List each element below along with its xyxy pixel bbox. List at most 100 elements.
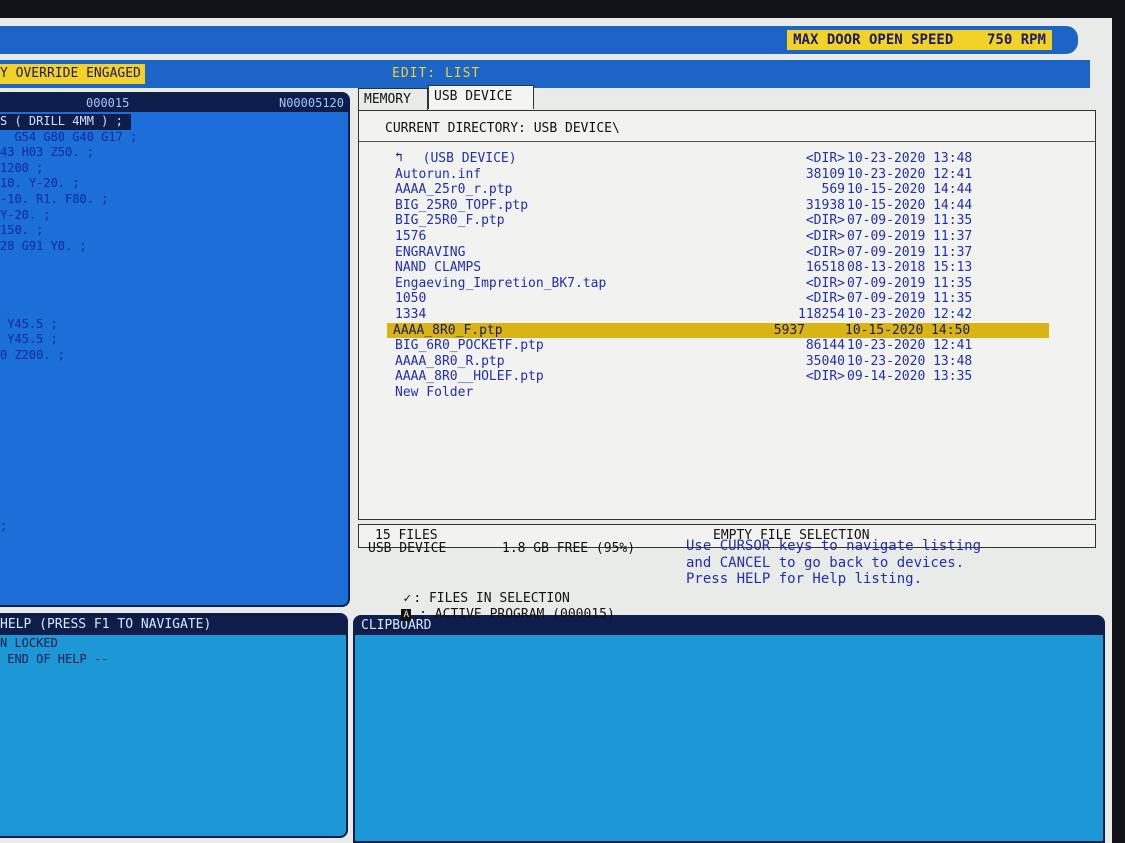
file-row[interactable]: ENGRAVING <DIR> 07-09-2019 11:37 [389, 245, 1089, 261]
file-row-selected[interactable]: AAAA_8R0_F.ptp 5937 10-15-2020 14:50 [387, 322, 1049, 339]
file-name: 1334 [395, 306, 427, 322]
mode-title: EDIT: LIST [392, 66, 481, 81]
file-name: BIG_25R0_F.ptp [395, 213, 505, 229]
file-date: 10-15-2020 14:44 [847, 197, 973, 213]
file-name: AAAA_8R0_F.ptp [393, 322, 503, 338]
file-size: <DIR> [805, 291, 845, 307]
navigation-hint: Use CURSOR keys to navigate listing and … [686, 538, 982, 587]
file-size: 118254 [798, 306, 845, 322]
file-size: 35040 [805, 353, 845, 369]
file-size: <DIR> [805, 228, 845, 244]
program-line [0, 286, 348, 302]
file-size: <DIR> [805, 244, 845, 260]
help-title: HELP (PRESS F1 TO NAVIGATE) [0, 615, 346, 635]
program-line-empty [0, 379, 348, 395]
file-size: 569 [821, 182, 845, 198]
legend-active-program: A : ACTIVE PROGRAM (000015) [370, 592, 615, 637]
file-row[interactable]: BIG_25R0_F.ptp <DIR> 07-09-2019 11:35 [389, 213, 1089, 229]
file-name: AAAA_8R0_R.ptp [395, 353, 505, 369]
program-line-empty [0, 410, 348, 426]
file-size: <DIR> [805, 213, 845, 229]
parent-dir-date: 10-23-2020 13:48 [847, 151, 973, 166]
file-date: 10-23-2020 13:48 [847, 353, 973, 369]
file-row[interactable]: BIG_25R0_TOPF.ptp 31938 10-15-2020 14:44 [389, 198, 1089, 214]
file-size: 86144 [805, 338, 845, 354]
tab-usb-device[interactable]: USB DEVICE [428, 85, 534, 109]
program-line-empty [0, 488, 348, 504]
file-date: 10-23-2020 12:41 [847, 338, 973, 354]
file-size: 16518 [805, 260, 845, 276]
file-name: NAND CLAMPS [395, 260, 482, 276]
file-size: 5937 [773, 322, 805, 338]
tab-memory[interactable]: MEMORY [358, 88, 428, 110]
file-name: 1050 [395, 291, 427, 307]
file-date: 07-09-2019 11:35 [847, 291, 973, 307]
help-line: END OF HELP -- [0, 652, 109, 666]
max-door-speed-indicator: MAX DOOR OPEN SPEED 750 RPM [787, 30, 1052, 50]
program-line: 150. ; [0, 223, 44, 238]
program-line-empty [0, 473, 348, 489]
program-lines[interactable]: S ( DRILL 4MM ) ; G54 G80 G40 G17 ; 43 H0… [0, 112, 348, 535]
file-name: AAAA_25r0_r.ptp [395, 182, 513, 198]
file-date: 08-13-2018 15:13 [847, 260, 973, 276]
file-size: <DIR> [805, 369, 845, 385]
program-line: -10. R1. F80. ; [0, 191, 109, 206]
file-browser[interactable]: CURRENT DIRECTORY: USB DEVICE\ ↰ (USB DE… [358, 110, 1096, 520]
program-line: Y45.5 ; [0, 332, 58, 347]
program-line: 1200 ; [0, 160, 44, 175]
file-name: Engaeving_Impretion_BK7.tap [395, 275, 607, 291]
program-line: S ( DRILL 4MM ) ; [0, 114, 348, 130]
file-row[interactable]: 1050 <DIR> 07-09-2019 11:35 [389, 291, 1089, 307]
line-number: N00005120 [278, 96, 344, 110]
file-row[interactable]: New Folder [389, 385, 1089, 401]
file-date: 09-14-2020 13:35 [847, 369, 973, 385]
file-date: 07-09-2019 11:37 [847, 244, 973, 260]
file-row[interactable]: AAAA_8R0_R.ptp 35040 10-23-2020 13:48 [389, 354, 1089, 370]
top-status-bar: MAX DOOR OPEN SPEED 750 RPM [0, 26, 1078, 54]
help-line: N LOCKED [0, 636, 58, 650]
program-line-last: ; [0, 519, 8, 534]
file-list[interactable]: ↰ (USB DEVICE) <DIR> 10-23-2020 13:48 Au… [387, 150, 1089, 401]
legend-active-text: : ACTIVE PROGRAM (000015) [419, 607, 615, 622]
file-row[interactable]: NAND CLAMPS 16518 08-13-2018 15:13 [389, 260, 1089, 276]
program-line: Y-20. ; [0, 207, 51, 222]
file-row[interactable]: AAAA_25r0_r.ptp 569 10-15-2020 14:44 [389, 182, 1089, 198]
program-line: 28 G91 Y0. ; [0, 238, 87, 253]
mode-bar: Y OVERRIDE ENGAGED EDIT: LIST [0, 60, 1090, 88]
parent-dir-row[interactable]: ↰ (USB DEVICE) <DIR> 10-23-2020 13:48 [389, 150, 1089, 167]
file-row[interactable]: BIG_6R0_POCKETF.ptp 86144 10-23-2020 12:41 [389, 338, 1089, 354]
program-line: 0 Z200. ; [0, 347, 66, 362]
device-free-space: 1.8 GB FREE (95%) [502, 541, 636, 556]
program-header: 000015 N00005120 [0, 94, 348, 112]
clipboard-panel[interactable]: CLIPBOARD [353, 615, 1105, 843]
file-size: <DIR> [805, 275, 845, 291]
file-name: 1576 [395, 228, 427, 244]
file-row[interactable]: 1334 118254 10-23-2020 12:42 [389, 307, 1089, 323]
file-name: New Folder [395, 384, 474, 400]
speed-value: 750 RPM [986, 32, 1046, 48]
help-panel[interactable]: HELP (PRESS F1 TO NAVIGATE) N LOCKED END… [0, 613, 348, 838]
file-date: 10-23-2020 12:42 [847, 306, 973, 322]
file-name: Autorun.inf [395, 166, 482, 182]
file-row[interactable]: 1576 <DIR> 07-09-2019 11:37 [389, 229, 1089, 245]
file-row[interactable]: Autorun.inf 38109 10-23-2020 12:41 [389, 167, 1089, 183]
program-panel[interactable]: 000015 N00005120 S ( DRILL 4MM ) ; G54 G… [0, 92, 350, 607]
parent-dir-label: (USB DEVICE) [407, 151, 517, 166]
program-line-selected: S ( DRILL 4MM ) ; [0, 114, 131, 130]
speed-label: MAX DOOR OPEN SPEED [793, 32, 954, 48]
active-program-icon: A [401, 608, 412, 621]
program-line-empty [0, 504, 348, 520]
file-size: 38109 [805, 166, 845, 182]
program-number: 000015 [86, 96, 130, 110]
file-date: 10-23-2020 12:41 [847, 166, 973, 182]
program-line [0, 301, 348, 317]
program-line-empty [0, 426, 348, 442]
current-directory: CURRENT DIRECTORY: USB DEVICE\ [385, 121, 620, 136]
cnc-screen: MAX DOOR OPEN SPEED 750 RPM Y OVERRIDE E… [0, 18, 1112, 843]
divider [359, 141, 1095, 142]
file-row[interactable]: Engaeving_Impretion_BK7.tap <DIR> 07-09-20… [389, 276, 1089, 292]
program-line-empty [0, 441, 348, 457]
device-name: USB DEVICE [368, 541, 447, 556]
program-line: 10. Y-20. ; [0, 176, 80, 191]
file-row[interactable]: AAAA_8R0__HOLEF.ptp <DIR> 09-14-2020 13:35 [389, 369, 1089, 385]
